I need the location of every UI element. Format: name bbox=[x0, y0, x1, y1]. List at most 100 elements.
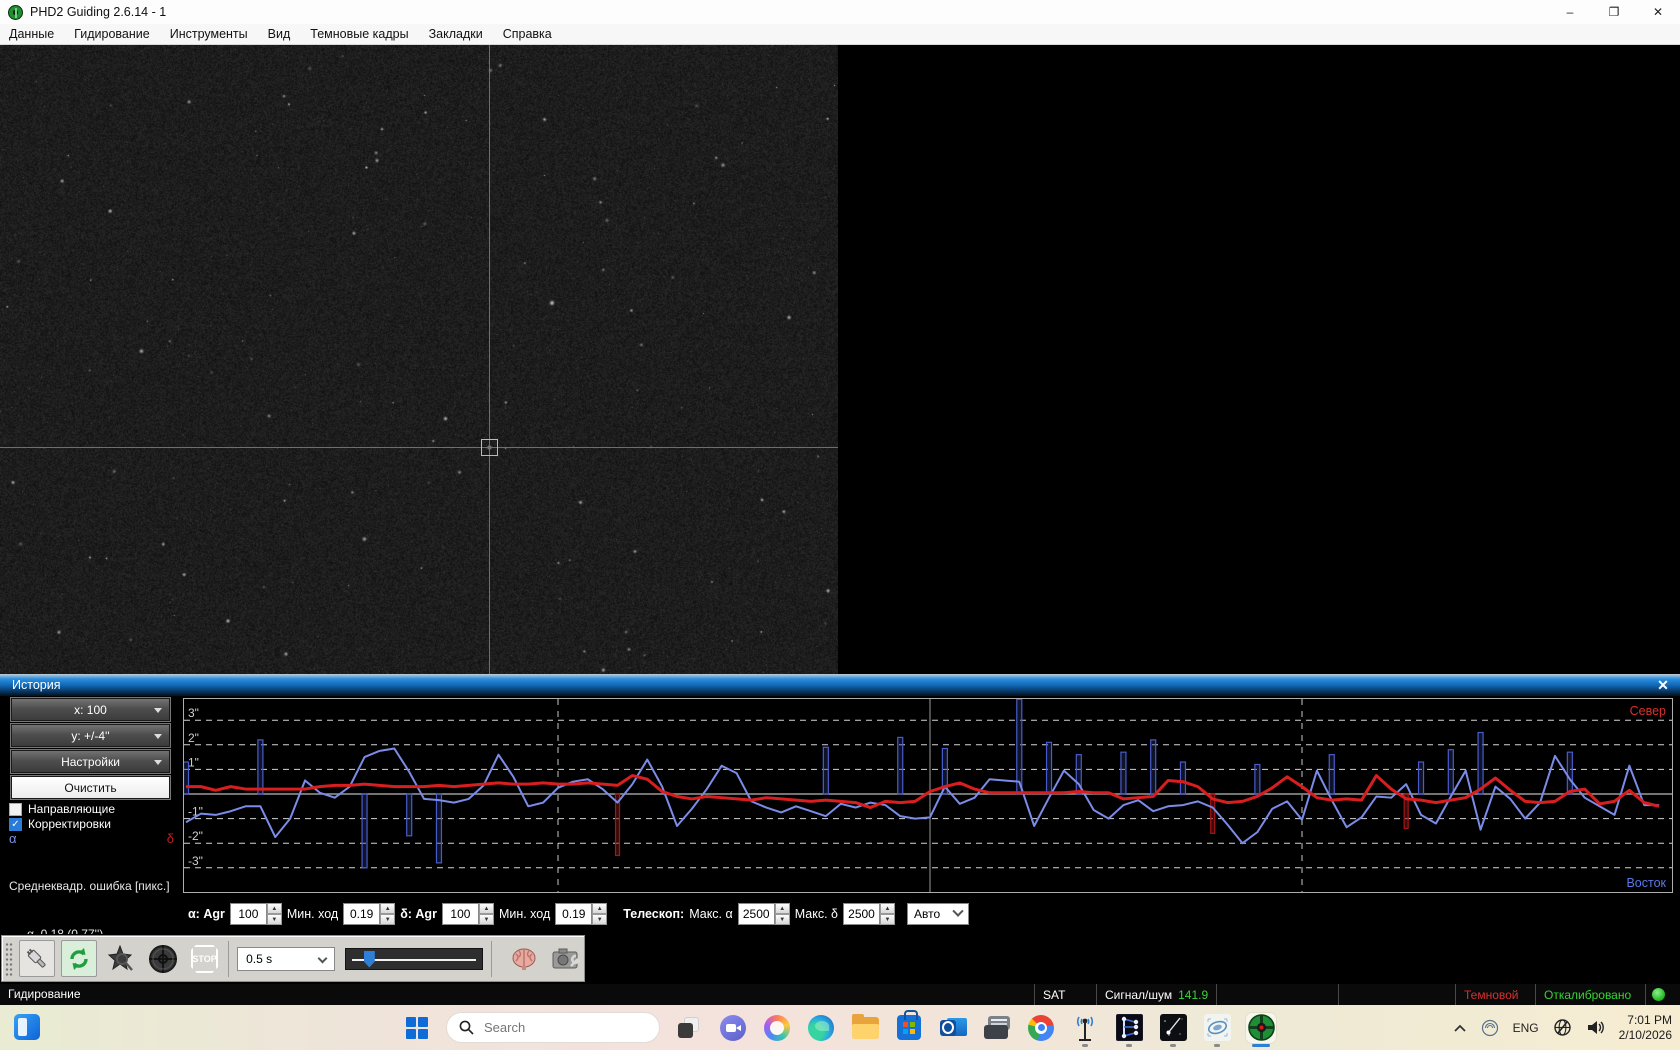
wireless-display-icon[interactable] bbox=[1481, 1019, 1499, 1037]
svg-text:2": 2" bbox=[188, 731, 199, 745]
guiding-graph: 3"2"1"-1"-2"-3"СеверВосток bbox=[183, 698, 1673, 893]
phd2-guide-icon bbox=[1248, 1014, 1275, 1041]
restore-button[interactable]: ❐ bbox=[1592, 0, 1636, 24]
menu-view[interactable]: Вид bbox=[258, 24, 301, 45]
max-dec-stepper[interactable]: ▲▼ bbox=[843, 903, 895, 925]
edge-button[interactable] bbox=[806, 1013, 836, 1043]
max-ra-input[interactable] bbox=[738, 903, 775, 925]
galaxy-app-button[interactable] bbox=[1202, 1013, 1232, 1043]
copilot-button[interactable] bbox=[762, 1013, 792, 1043]
camera-image-area[interactable] bbox=[0, 45, 1680, 674]
toolbar-grip-handle[interactable] bbox=[5, 942, 13, 976]
chevron-down-icon bbox=[154, 760, 162, 765]
outlook-icon bbox=[940, 1016, 967, 1040]
rms-header: Среднеквадр. ошибка [пикс.] bbox=[9, 878, 170, 894]
spin-up-icon[interactable]: ▲ bbox=[479, 903, 494, 914]
spin-up-icon[interactable]: ▲ bbox=[880, 903, 895, 914]
menu-guiding[interactable]: Гидирование bbox=[64, 24, 160, 45]
chrome-button[interactable] bbox=[1026, 1013, 1056, 1043]
max-ra-stepper[interactable]: ▲▼ bbox=[738, 903, 790, 925]
spin-up-icon[interactable]: ▲ bbox=[592, 903, 607, 914]
camera-settings-button[interactable] bbox=[548, 940, 584, 977]
ra-legend-label: α bbox=[9, 831, 17, 846]
phd2-taskbar-button[interactable] bbox=[1246, 1013, 1276, 1043]
menu-help[interactable]: Справка bbox=[493, 24, 562, 45]
menu-tools[interactable]: Инструменты bbox=[160, 24, 258, 45]
spin-up-icon[interactable]: ▲ bbox=[775, 903, 790, 914]
x-scale-dropdown[interactable]: x: 100 bbox=[11, 698, 170, 721]
language-indicator[interactable]: ENG bbox=[1513, 1021, 1539, 1035]
widgets-icon[interactable] bbox=[14, 1014, 40, 1040]
ra-minmove-label: Мин. ход bbox=[287, 907, 338, 921]
star-magnifier-icon bbox=[106, 944, 136, 974]
dec-aggression-input[interactable] bbox=[442, 903, 479, 925]
ra-minmove-stepper[interactable]: ▲▼ bbox=[343, 903, 395, 925]
spin-up-icon[interactable]: ▲ bbox=[267, 903, 282, 914]
slider-handle[interactable] bbox=[364, 951, 375, 968]
taskbar-search[interactable] bbox=[446, 1012, 660, 1043]
network-globe-icon[interactable] bbox=[1553, 1018, 1572, 1037]
y-scale-dropdown[interactable]: y: +/-4'' bbox=[11, 724, 170, 747]
ra-aggression-stepper[interactable]: ▲▼ bbox=[230, 903, 282, 925]
dec-aggression-stepper[interactable]: ▲▼ bbox=[442, 903, 494, 925]
ra-minmove-input[interactable] bbox=[343, 903, 380, 925]
window-titlebar: PHD2 Guiding 2.6.14 - 1 – ❐ ✕ bbox=[0, 0, 1680, 24]
window-title: PHD2 Guiding 2.6.14 - 1 bbox=[30, 5, 166, 19]
tray-chevron-up-icon[interactable] bbox=[1453, 1023, 1467, 1033]
spin-down-icon[interactable]: ▼ bbox=[775, 914, 790, 925]
chevron-down-icon bbox=[953, 906, 964, 917]
microsoft-store-button[interactable] bbox=[894, 1013, 924, 1043]
start-button[interactable] bbox=[402, 1013, 432, 1043]
outlook-button[interactable] bbox=[938, 1013, 968, 1043]
file-explorer-button[interactable] bbox=[850, 1013, 880, 1043]
spin-down-icon[interactable]: ▼ bbox=[479, 914, 494, 925]
corrections-checkbox[interactable]: ✓ bbox=[9, 818, 22, 831]
phd2-app-icon bbox=[8, 5, 23, 20]
menu-darks[interactable]: Темновые кадры bbox=[300, 24, 418, 45]
spin-down-icon[interactable]: ▼ bbox=[380, 914, 395, 925]
svg-text:-3": -3" bbox=[188, 854, 203, 868]
teams-chat-button[interactable] bbox=[718, 1013, 748, 1043]
history-titlebar[interactable]: История ✕ bbox=[0, 674, 1680, 696]
spin-up-icon[interactable]: ▲ bbox=[380, 903, 395, 914]
comet-app-button[interactable] bbox=[1158, 1013, 1188, 1043]
corrections-checkbox-label: Корректировки bbox=[28, 817, 111, 831]
dec-minmove-stepper[interactable]: ▲▼ bbox=[555, 903, 607, 925]
task-view-button[interactable] bbox=[674, 1013, 704, 1043]
gamma-slider[interactable] bbox=[345, 948, 483, 970]
spin-down-icon[interactable]: ▼ bbox=[880, 914, 895, 925]
guides-checkbox[interactable] bbox=[9, 803, 22, 816]
minimize-button[interactable]: – bbox=[1548, 0, 1592, 24]
advanced-settings-button[interactable] bbox=[506, 940, 542, 977]
sequencer-app-button[interactable] bbox=[1114, 1013, 1144, 1043]
auto-select-star-button[interactable] bbox=[103, 940, 139, 977]
history-close-icon[interactable]: ✕ bbox=[1654, 676, 1672, 694]
starfield-image[interactable] bbox=[0, 45, 838, 674]
max-dec-input[interactable] bbox=[843, 903, 880, 925]
spin-down-icon[interactable]: ▼ bbox=[267, 914, 282, 925]
status-bar: Гидирование SAT Сигнал/шум141.9 Темновой… bbox=[0, 984, 1680, 1005]
taskbar-clock[interactable]: 7:01 PM 2/10/2026 bbox=[1619, 1013, 1672, 1043]
search-input[interactable] bbox=[484, 1020, 634, 1035]
connect-equipment-button[interactable] bbox=[19, 940, 55, 977]
menu-bookmarks[interactable]: Закладки bbox=[419, 24, 493, 45]
ra-aggression-input[interactable] bbox=[230, 903, 267, 925]
svg-text:-2": -2" bbox=[188, 829, 203, 843]
status-state: Гидирование bbox=[8, 987, 81, 1001]
galaxy-icon bbox=[1204, 1014, 1231, 1041]
spin-down-icon[interactable]: ▼ bbox=[592, 914, 607, 925]
volume-icon[interactable] bbox=[1586, 1019, 1605, 1036]
exposure-select[interactable]: 0.5 s bbox=[237, 947, 335, 971]
loop-exposures-button[interactable] bbox=[61, 940, 97, 977]
stop-button[interactable]: STOP bbox=[189, 943, 220, 975]
remote-keyboard-button[interactable] bbox=[982, 1013, 1012, 1043]
dec-minmove-input[interactable] bbox=[555, 903, 592, 925]
antenna-app-button[interactable] bbox=[1070, 1013, 1100, 1043]
begin-guiding-button[interactable] bbox=[145, 940, 181, 977]
clear-button[interactable]: Очистить bbox=[11, 776, 170, 799]
close-button[interactable]: ✕ bbox=[1636, 0, 1680, 24]
axis-legend: α δ bbox=[9, 831, 174, 846]
menu-data[interactable]: Данные bbox=[0, 24, 64, 45]
settings-dropdown[interactable]: Настройки bbox=[11, 750, 170, 773]
dec-mode-select[interactable]: Авто bbox=[907, 903, 969, 925]
